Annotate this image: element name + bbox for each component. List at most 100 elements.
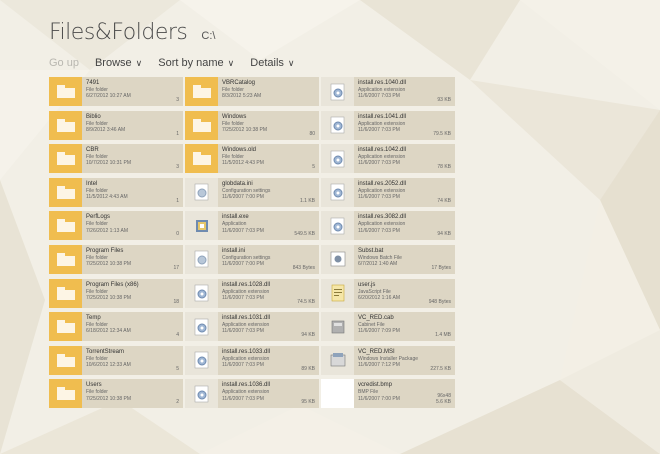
file-date: 10/6/2012 12:33 AM: [86, 362, 131, 369]
file-tile[interactable]: VC_RED.cab Cabinet File 11/6/2007 7:09 PM 1…: [321, 312, 455, 342]
sort-label: Sort by name: [158, 57, 224, 69]
file-name: Program Files (x86): [86, 281, 139, 288]
file-name: install.res.3082.dll: [358, 214, 407, 221]
file-tile[interactable]: Temp File folder 6/18/2012 12:34 AM 4: [49, 312, 183, 342]
file-tile[interactable]: install.exe Application 11/6/2007 7:03 PM 5…: [185, 211, 319, 241]
file-name: Temp: [86, 315, 101, 322]
details-label: Details: [250, 57, 284, 69]
file-size-or-count: 1.1 KB: [299, 197, 315, 204]
file-name: Windows.old: [222, 147, 257, 154]
file-info: VBRCatalog File folder 8/3/2012 5:23 AM: [218, 77, 319, 106]
file-name: install.res.2052.dll: [358, 180, 407, 187]
file-name: Program Files: [86, 247, 124, 254]
file-name: vcredist.bmp: [358, 382, 393, 389]
file-size-or-count: 227.5 KB: [430, 365, 451, 372]
dll-gear-icon: [185, 278, 218, 308]
file-grid: 7491 File folder 6/27/2012 10:27 AM 3 Biblio…: [49, 77, 457, 413]
folder-icon: [49, 312, 82, 342]
file-tile[interactable]: VBRCatalog File folder 8/3/2012 5:23 AM: [185, 77, 319, 106]
file-name: install.res.1036.dll: [222, 382, 271, 389]
file-tile[interactable]: 7491 File folder 6/27/2012 10:27 AM 3: [49, 77, 183, 106]
file-tile[interactable]: VC_RED.MSI Windows Installer Package 11/6/…: [321, 345, 455, 375]
file-tile[interactable]: TorrentStream File folder 10/6/2012 12:33 …: [49, 345, 183, 375]
file-tile[interactable]: Program Files (x86) File folder 7/25/2012 …: [49, 278, 183, 308]
file-tile[interactable]: Subst.bat Windows Batch File 6/7/2012 1:40…: [321, 244, 455, 274]
image-thumbnail: [321, 379, 354, 409]
file-size-or-count: 78 KB: [437, 164, 451, 171]
file-tile[interactable]: install.res.1040.dll Application extensio…: [321, 77, 455, 106]
file-name: Biblio: [86, 113, 101, 120]
file-tile[interactable]: Windows.old File folder 11/5/2012 4:43 PM 5: [185, 144, 319, 174]
file-size-or-count: 79.5 KB: [433, 130, 451, 137]
dll-gear-icon: [321, 177, 354, 207]
browse-label: Browse: [94, 57, 132, 69]
folder-icon: [185, 144, 218, 174]
file-date: 6/18/2012 12:34 AM: [86, 328, 131, 335]
folder-icon: [49, 211, 82, 241]
file-name: install.res.1041.dll: [358, 113, 407, 120]
dll-gear-icon: [185, 345, 218, 375]
file-tile[interactable]: install.res.1033.dll Application extensio…: [185, 345, 319, 375]
file-tile[interactable]: Intel File folder 11/5/2012 4:43 AM 1: [49, 177, 183, 207]
settings-file-icon: [185, 177, 218, 207]
file-tile[interactable]: install.res.3082.dll Application extensio…: [321, 211, 455, 241]
file-size-or-count: 5: [176, 365, 179, 372]
file-size-or-count: 94 KB: [437, 231, 451, 238]
cabinet-icon: [321, 312, 354, 342]
file-tile[interactable]: install.res.1042.dll Application extensio…: [321, 144, 455, 174]
folder-icon: [49, 379, 82, 409]
file-date: 7/25/2012 10:38 PM: [86, 395, 132, 402]
file-tile[interactable]: install.res.1041.dll Application extensio…: [321, 110, 455, 140]
file-size-or-count: 4: [176, 332, 179, 339]
sort-button[interactable]: Sort by name ∨: [158, 57, 234, 69]
file-name: CBR: [86, 147, 99, 154]
file-name: TorrentStream: [86, 348, 125, 355]
file-size-or-count: 1: [176, 197, 179, 204]
chevron-down-icon: ∨: [227, 57, 235, 68]
file-size-or-count: 74 KB: [437, 197, 451, 204]
file-size-or-count: 843 Bytes: [292, 264, 315, 271]
file-tile[interactable]: globdata.ini Configuration settings 11/6/2…: [185, 177, 319, 207]
file-name: install.res.1028.dll: [222, 281, 271, 288]
file-tile[interactable]: Program Files File folder 7/25/2012 10:38 …: [49, 244, 183, 274]
file-date: 7/25/2012 10:38 PM: [222, 126, 268, 133]
file-tile[interactable]: vcredist.bmp BMP File 11/6/2007 7:00 PM 96x…: [321, 379, 455, 409]
file-tile[interactable]: Windows File folder 7/25/2012 10:38 PM 80: [185, 110, 319, 140]
file-info: 7491 File folder 6/27/2012 10:27 AM: [82, 77, 183, 106]
file-tile[interactable]: user.js JavaScript File 6/20/2012 1:16 AM 9…: [321, 278, 455, 308]
file-info: CBR File folder 10/7/2012 10:31 PM: [82, 144, 183, 173]
setup-icon: [185, 211, 218, 241]
file-name: install.res.1031.dll: [222, 315, 271, 322]
dll-gear-icon: [321, 211, 354, 241]
file-name: install.res.1033.dll: [222, 348, 271, 355]
file-date: 7/25/2012 10:38 PM: [86, 261, 132, 268]
go-up-button[interactable]: Go up: [49, 57, 79, 69]
file-name: VC_RED.cab: [358, 315, 394, 322]
chevron-down-icon: ∨: [287, 57, 295, 68]
folder-icon: [49, 177, 82, 207]
file-size-or-count: 549.5 KB: [294, 231, 315, 238]
file-name: globdata.ini: [222, 180, 253, 187]
file-tile[interactable]: install.res.1031.dll Application extensio…: [185, 312, 319, 342]
file-tile[interactable]: Users File folder 7/25/2012 10:38 PM 2: [49, 379, 183, 409]
batch-file-icon: [321, 244, 354, 274]
file-tile[interactable]: Biblio File folder 8/9/2012 3:46 AM 1: [49, 110, 183, 140]
file-date: 11/5/2012 4:43 AM: [86, 194, 128, 201]
file-tile[interactable]: install.res.2052.dll Application extensio…: [321, 177, 455, 207]
file-info: Program Files (x86) File folder 7/25/2012 …: [82, 279, 183, 308]
header: Files&Folders C:\: [49, 20, 215, 45]
folder-icon: [185, 77, 218, 106]
file-name: Windows: [222, 113, 247, 120]
file-info: Intel File folder 11/5/2012 4:43 AM: [82, 178, 183, 207]
folder-icon: [185, 110, 218, 140]
file-tile[interactable]: PerfLogs File folder 7/26/2012 1:13 AM 0: [49, 211, 183, 241]
details-button[interactable]: Details ∨: [250, 57, 294, 69]
file-tile[interactable]: install.res.1028.dll Application extensio…: [185, 278, 319, 308]
toolbar: Go up Browse ∨ Sort by name ∨ Details ∨: [49, 57, 310, 69]
file-tile[interactable]: CBR File folder 10/7/2012 10:31 PM 3: [49, 144, 183, 174]
browse-button[interactable]: Browse ∨: [95, 57, 142, 69]
chevron-down-icon: ∨: [135, 57, 143, 68]
file-date: 10/7/2012 10:31 PM: [86, 160, 132, 167]
file-tile[interactable]: install.res.1036.dll Application extensio…: [185, 379, 319, 409]
file-tile[interactable]: install.ini Configuration settings 11/6/20…: [185, 244, 319, 274]
